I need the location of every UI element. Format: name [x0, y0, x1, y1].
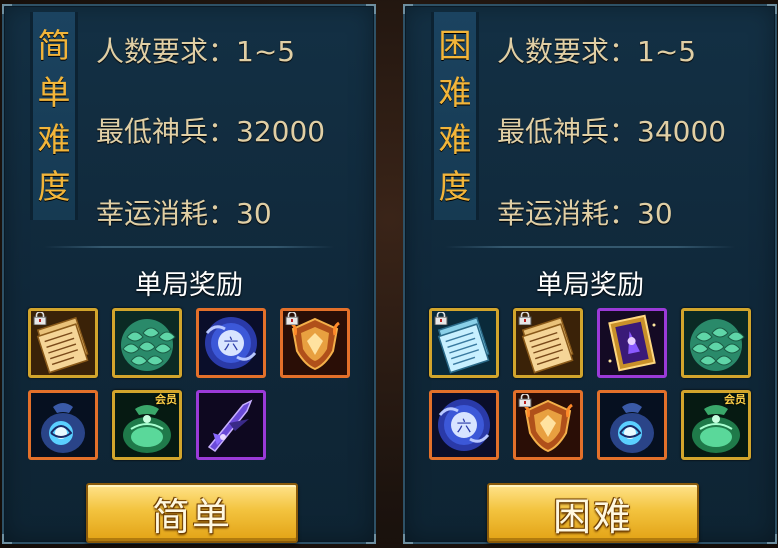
difficulty-char: 度	[438, 167, 472, 206]
hard-start-button[interactable]: 困难	[487, 483, 699, 543]
min-weapon-value: 34000	[637, 115, 727, 148]
rune-orb-icon: 六	[432, 393, 496, 457]
frame-corner	[767, 534, 777, 544]
frame-corner	[366, 4, 376, 14]
reward-slot[interactable]: 会员	[681, 390, 751, 460]
lock-icon	[517, 312, 533, 325]
reward-grid: 六 会员	[429, 308, 759, 460]
luck-cost-label: 幸运消耗：	[497, 197, 638, 230]
lock-icon	[433, 312, 449, 325]
min-weapon-requirement: 最低神兵：32000	[96, 110, 325, 150]
lock-icon	[284, 312, 300, 325]
player-count-requirement: 人数要求：1~5	[497, 30, 696, 70]
shadow-blade-icon	[199, 393, 263, 457]
frame-corner	[403, 534, 413, 544]
min-weapon-value: 32000	[236, 115, 326, 148]
luck-cost: 幸运消耗：30	[96, 192, 272, 232]
difficulty-char: 简	[37, 26, 71, 65]
reward-grid: 六 会员	[28, 308, 358, 460]
hard-difficulty-panel: 困 难 难 度 人数要求：1~5 最低神兵：34000 幸运消耗：30 单局奖励	[403, 4, 777, 544]
player-count-label: 人数要求：	[96, 35, 237, 68]
divider	[44, 246, 334, 248]
player-count-value: 1~5	[637, 35, 697, 68]
easy-start-button[interactable]: 简单	[86, 483, 298, 543]
min-weapon-label: 最低神兵：	[497, 115, 638, 148]
reward-slot[interactable]	[597, 390, 667, 460]
difficulty-char: 单	[37, 73, 71, 112]
reward-slot[interactable]	[597, 308, 667, 378]
frame-corner	[403, 4, 413, 14]
difficulty-char: 难	[438, 73, 472, 112]
difficulty-char: 难	[438, 120, 472, 159]
purple-card-icon	[600, 311, 664, 375]
lock-icon	[32, 312, 48, 325]
reward-slot[interactable]	[280, 308, 350, 378]
reward-slot[interactable]	[112, 308, 182, 378]
svg-text:六: 六	[456, 417, 471, 435]
player-count-requirement: 人数要求：1~5	[96, 30, 295, 70]
soul-pouch-icon	[31, 393, 95, 457]
luck-cost: 幸运消耗：30	[497, 192, 673, 232]
luck-cost-value: 30	[236, 197, 272, 230]
reward-slot[interactable]	[513, 390, 583, 460]
difficulty-char: 度	[37, 167, 71, 206]
frame-corner	[2, 534, 12, 544]
reward-slot[interactable]: 六	[429, 390, 499, 460]
reward-slot[interactable]: 会员	[112, 390, 182, 460]
reward-slot[interactable]	[429, 308, 499, 378]
reward-slot[interactable]: 六	[196, 308, 266, 378]
reward-slot[interactable]	[196, 390, 266, 460]
dragon-scale-icon	[684, 311, 748, 375]
reward-title: 单局奖励	[135, 270, 243, 301]
reward-slot[interactable]	[28, 390, 98, 460]
reward-title: 单局奖励	[536, 270, 644, 301]
difficulty-tag: 简 单 难 度	[30, 12, 78, 220]
lock-icon	[517, 394, 533, 407]
luck-cost-value: 30	[637, 197, 673, 230]
soul-pouch-icon	[600, 393, 664, 457]
divider	[445, 246, 735, 248]
min-weapon-requirement: 最低神兵：34000	[497, 110, 726, 150]
reward-slot[interactable]	[28, 308, 98, 378]
frame-corner	[366, 534, 376, 544]
difficulty-char: 难	[37, 120, 71, 159]
vip-badge: 会员	[724, 393, 746, 406]
min-weapon-label: 最低神兵：	[96, 115, 237, 148]
frame-corner	[2, 4, 12, 14]
rune-orb-icon: 六	[199, 311, 263, 375]
player-count-value: 1~5	[236, 35, 296, 68]
player-count-label: 人数要求：	[497, 35, 638, 68]
difficulty-char: 困	[438, 26, 472, 65]
difficulty-tag: 困 难 难 度	[431, 12, 479, 220]
frame-corner	[767, 4, 777, 14]
reward-slot[interactable]	[681, 308, 751, 378]
vip-badge: 会员	[155, 393, 177, 406]
reward-slot[interactable]	[513, 308, 583, 378]
svg-text:六: 六	[223, 335, 238, 353]
easy-difficulty-panel: 简 单 难 度 人数要求：1~5 最低神兵：32000 幸运消耗：30 单局奖励	[2, 4, 376, 544]
luck-cost-label: 幸运消耗：	[96, 197, 237, 230]
dragon-scale-icon	[115, 311, 179, 375]
